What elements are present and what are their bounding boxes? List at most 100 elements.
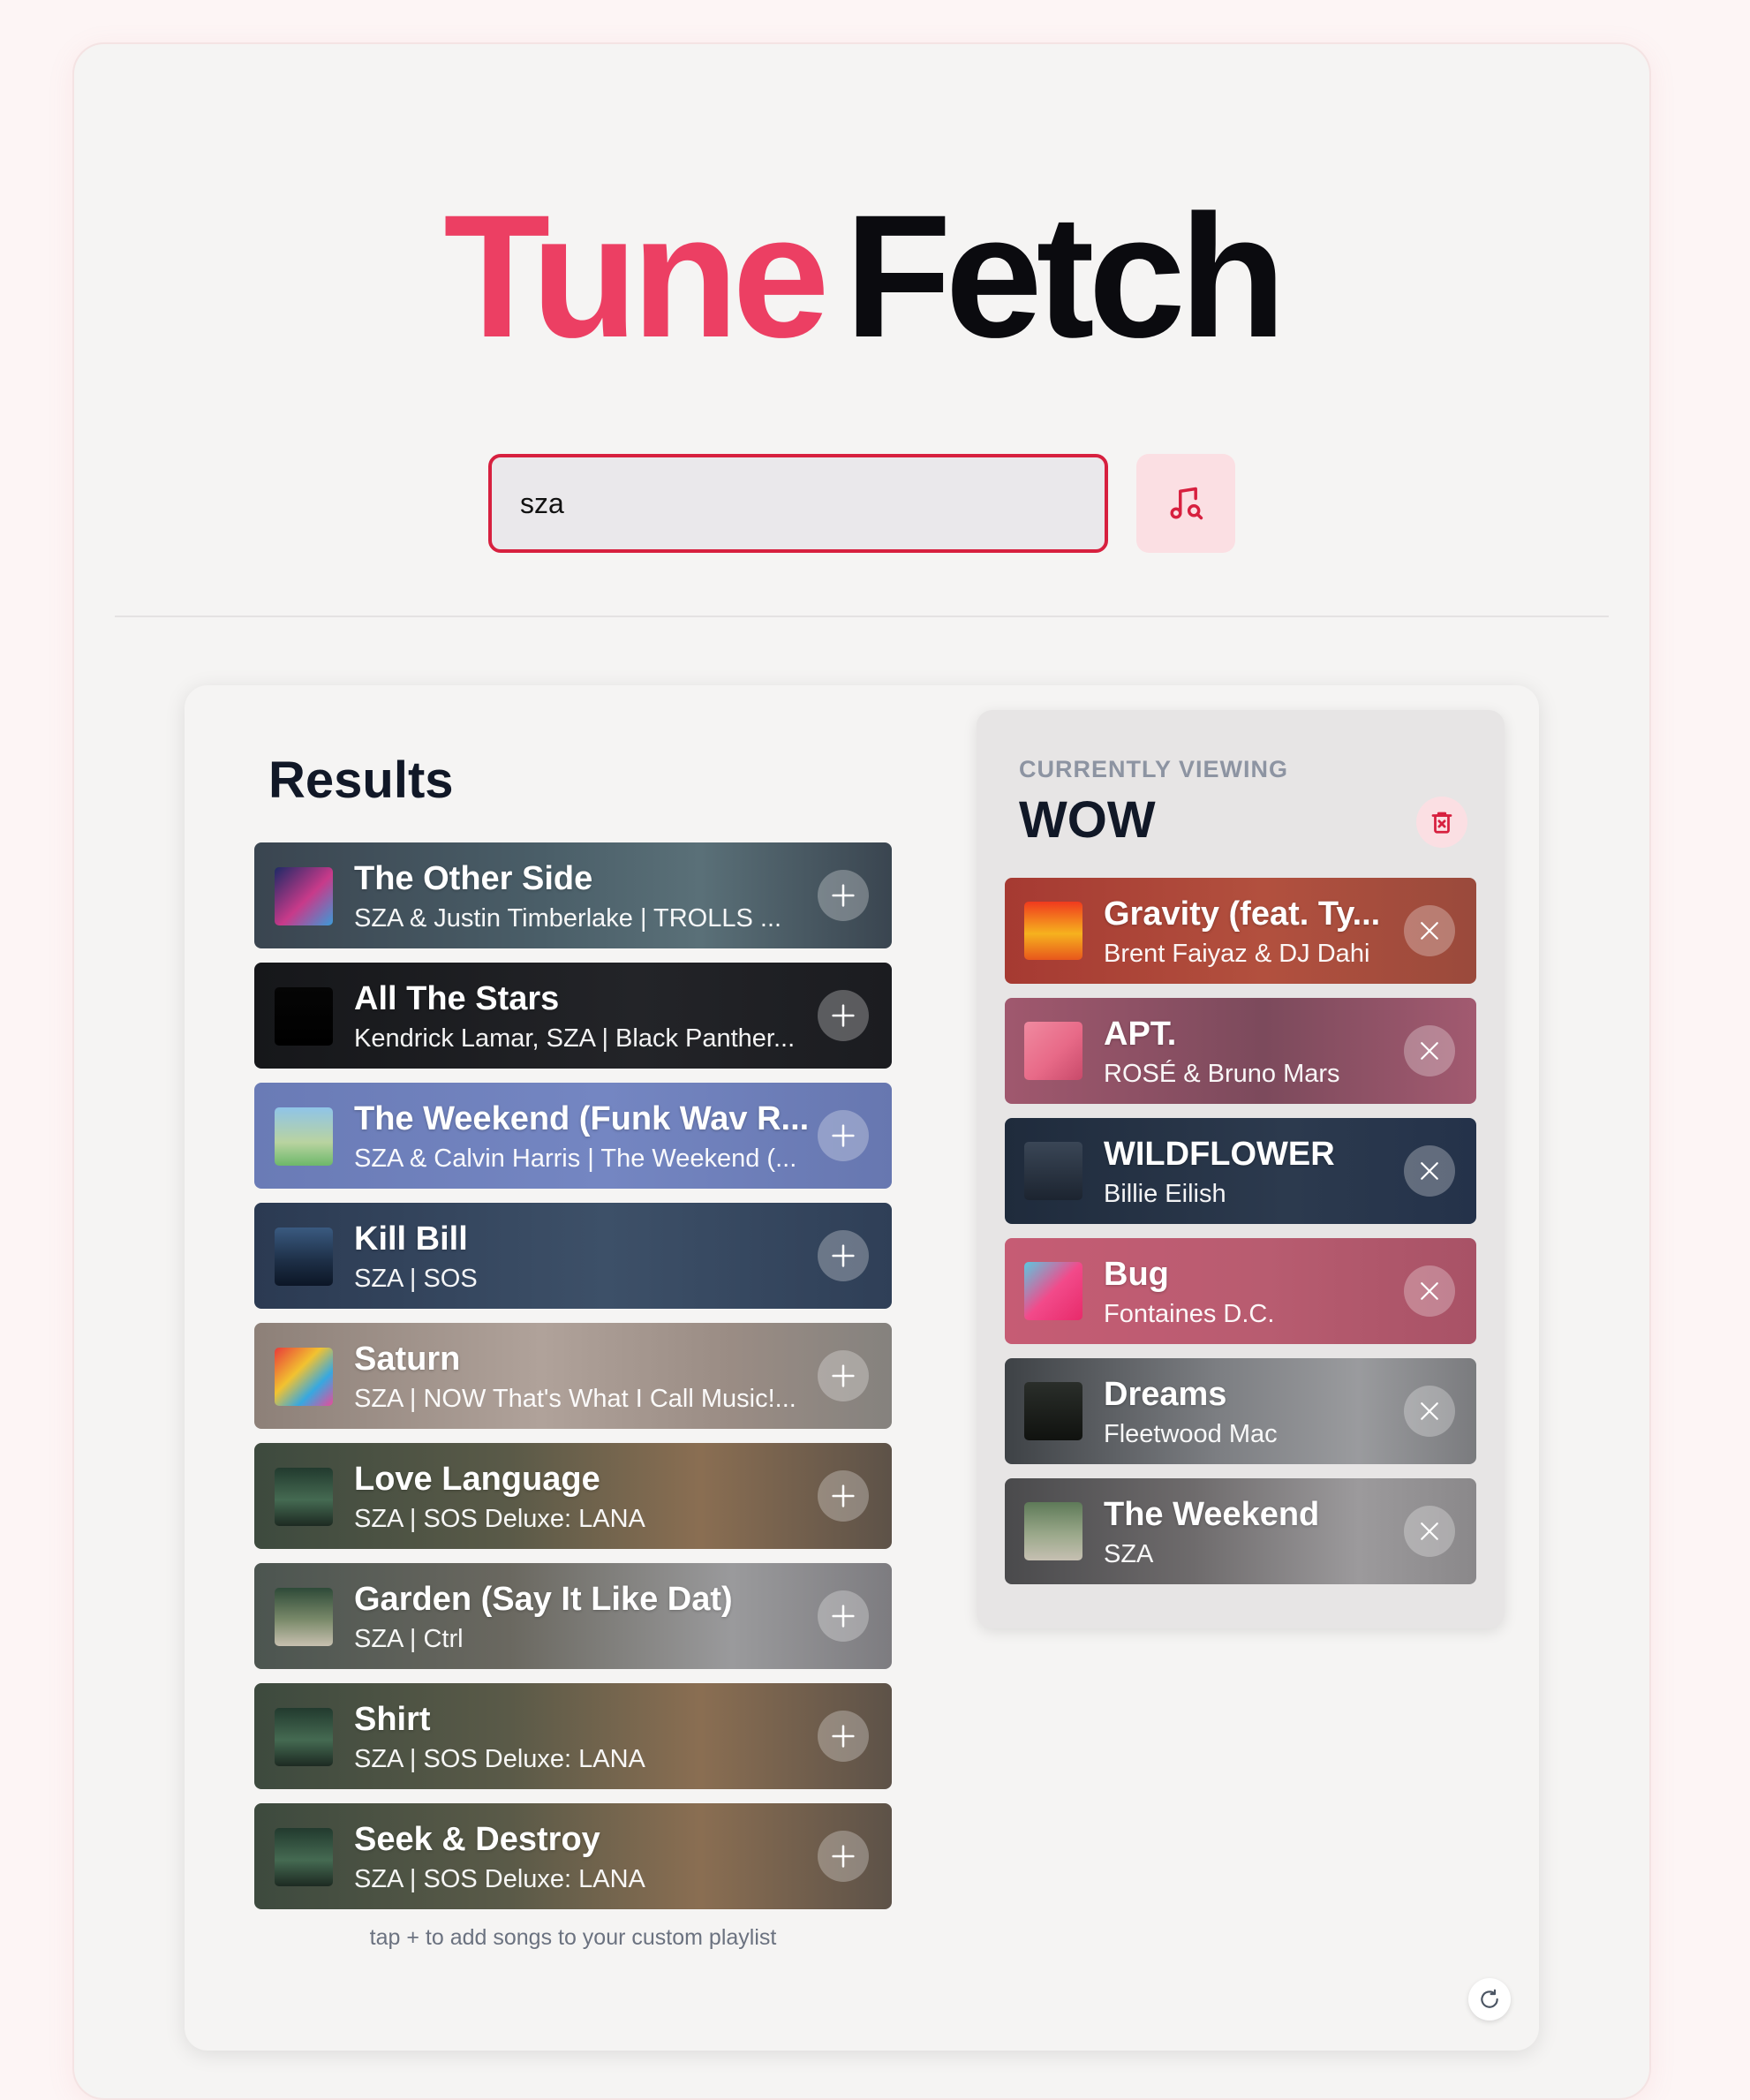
song-title: The Weekend	[1104, 1496, 1320, 1533]
plus-icon	[828, 1241, 858, 1271]
divider	[115, 616, 1609, 617]
song-title: The Weekend (Funk Wav R...	[354, 1100, 810, 1137]
result-item[interactable]: Seek & Destroy SZA | SOS Deluxe: LANA	[254, 1803, 892, 1909]
refresh-icon	[1478, 1988, 1501, 2011]
add-to-playlist-button[interactable]	[818, 990, 869, 1041]
album-art	[275, 1468, 333, 1526]
song-subtitle: SZA | SOS Deluxe: LANA	[354, 1745, 645, 1773]
song-title: Gravity (feat. Ty...	[1104, 895, 1381, 933]
remove-from-playlist-button[interactable]	[1404, 1265, 1455, 1317]
song-title: WILDFLOWER	[1104, 1136, 1335, 1173]
result-item[interactable]: The Weekend (Funk Wav R... SZA & Calvin H…	[254, 1083, 892, 1189]
playlist-item[interactable]: Bug Fontaines D.C.	[1005, 1238, 1476, 1344]
song-title: Garden (Say It Like Dat)	[354, 1581, 733, 1618]
song-title: APT.	[1104, 1016, 1177, 1053]
add-to-playlist-button[interactable]	[818, 1590, 869, 1642]
playlist-item[interactable]: The Weekend SZA	[1005, 1478, 1476, 1584]
delete-playlist-button[interactable]	[1416, 797, 1467, 848]
result-item[interactable]: The Other Side SZA & Justin Timberlake | …	[254, 842, 892, 948]
playlist-name: WOW	[1019, 791, 1156, 849]
playlist-item[interactable]: Gravity (feat. Ty... Brent Faiyaz & DJ Da…	[1005, 878, 1476, 984]
currently-viewing-label: CURRENTLY VIEWING	[1019, 756, 1289, 782]
album-art	[275, 1828, 333, 1886]
remove-from-playlist-button[interactable]	[1404, 1506, 1455, 1557]
song-subtitle: SZA & Calvin Harris | The Weekend (...	[354, 1144, 797, 1173]
song-subtitle: Kendrick Lamar, SZA | Black Panther...	[354, 1024, 796, 1053]
add-to-playlist-button[interactable]	[818, 870, 869, 921]
remove-from-playlist-button[interactable]	[1404, 905, 1455, 956]
song-title: Shirt	[354, 1701, 431, 1738]
song-subtitle: SZA | SOS	[354, 1265, 478, 1293]
close-icon	[1416, 918, 1443, 944]
plus-icon	[828, 1841, 858, 1871]
plus-icon	[828, 1721, 858, 1751]
logo-fetch: Fetch	[844, 178, 1286, 374]
search-button[interactable]	[1136, 454, 1235, 553]
music-search-icon	[1166, 484, 1205, 523]
album-art	[275, 1588, 333, 1646]
song-title: Seek & Destroy	[354, 1821, 600, 1858]
song-subtitle: SZA	[1104, 1540, 1154, 1568]
close-icon	[1416, 1278, 1443, 1304]
hint-text: tap + to add songs to your custom playli…	[369, 1925, 777, 1950]
refresh-button[interactable]	[1468, 1978, 1511, 2021]
remove-from-playlist-button[interactable]	[1404, 1145, 1455, 1197]
result-item[interactable]: Shirt SZA | SOS Deluxe: LANA	[254, 1683, 892, 1789]
result-item[interactable]: Saturn SZA | NOW That's What I Call Music…	[254, 1323, 892, 1429]
song-subtitle: Fleetwood Mac	[1104, 1420, 1278, 1448]
plus-icon	[828, 1361, 858, 1391]
result-item[interactable]: All The Stars Kendrick Lamar, SZA | Black…	[254, 963, 892, 1069]
song-subtitle: SZA | SOS Deluxe: LANA	[354, 1865, 645, 1893]
album-art	[1024, 902, 1082, 960]
playlist-item[interactable]: APT. ROSÉ & Bruno Mars	[1005, 998, 1476, 1104]
song-title: The Other Side	[354, 860, 593, 897]
plus-icon	[828, 880, 858, 910]
add-to-playlist-button[interactable]	[818, 1470, 869, 1522]
song-title: Dreams	[1104, 1376, 1227, 1413]
album-art	[1024, 1022, 1082, 1080]
song-title: Bug	[1104, 1256, 1169, 1293]
song-subtitle: Brent Faiyaz & DJ Dahi	[1104, 940, 1370, 968]
song-subtitle: Billie Eilish	[1104, 1180, 1226, 1208]
album-art	[275, 867, 333, 925]
app-logo: Tune Fetch	[0, 189, 1724, 364]
album-art	[275, 1228, 333, 1286]
song-title: Kill Bill	[354, 1220, 468, 1258]
song-subtitle: SZA | Ctrl	[354, 1625, 464, 1653]
result-item[interactable]: Kill Bill SZA | SOS	[254, 1203, 892, 1309]
result-item[interactable]: Love Language SZA | SOS Deluxe: LANA	[254, 1443, 892, 1549]
playlist-item[interactable]: Dreams Fleetwood Mac	[1005, 1358, 1476, 1464]
close-icon	[1416, 1518, 1443, 1545]
add-to-playlist-button[interactable]	[818, 1110, 869, 1161]
results-title: Results	[268, 752, 454, 809]
album-art	[275, 987, 333, 1046]
add-to-playlist-button[interactable]	[818, 1350, 869, 1401]
plus-icon	[828, 1001, 858, 1031]
close-icon	[1416, 1158, 1443, 1184]
plus-icon	[828, 1481, 858, 1511]
song-subtitle: SZA | NOW That's What I Call Music!...	[354, 1385, 796, 1413]
trash-icon	[1429, 809, 1455, 835]
song-title: All The Stars	[354, 980, 560, 1017]
remove-from-playlist-button[interactable]	[1404, 1386, 1455, 1437]
album-art	[1024, 1262, 1082, 1320]
result-item[interactable]: Garden (Say It Like Dat) SZA | Ctrl	[254, 1563, 892, 1669]
add-to-playlist-button[interactable]	[818, 1711, 869, 1762]
add-to-playlist-button[interactable]	[818, 1230, 869, 1281]
plus-icon	[828, 1601, 858, 1631]
song-subtitle: SZA & Justin Timberlake | TROLLS ...	[354, 904, 782, 933]
song-title: Love Language	[354, 1461, 600, 1498]
album-art	[275, 1348, 333, 1406]
album-art	[1024, 1142, 1082, 1200]
add-to-playlist-button[interactable]	[818, 1831, 869, 1882]
search-input[interactable]	[488, 454, 1108, 553]
album-art	[275, 1107, 333, 1166]
song-title: Saturn	[354, 1341, 461, 1378]
logo-tune: Tune	[443, 178, 829, 374]
remove-from-playlist-button[interactable]	[1404, 1025, 1455, 1076]
song-subtitle: ROSÉ & Bruno Mars	[1104, 1060, 1340, 1088]
playlist-item[interactable]: WILDFLOWER Billie Eilish	[1005, 1118, 1476, 1224]
plus-icon	[828, 1121, 858, 1151]
close-icon	[1416, 1398, 1443, 1424]
album-art	[1024, 1502, 1082, 1560]
